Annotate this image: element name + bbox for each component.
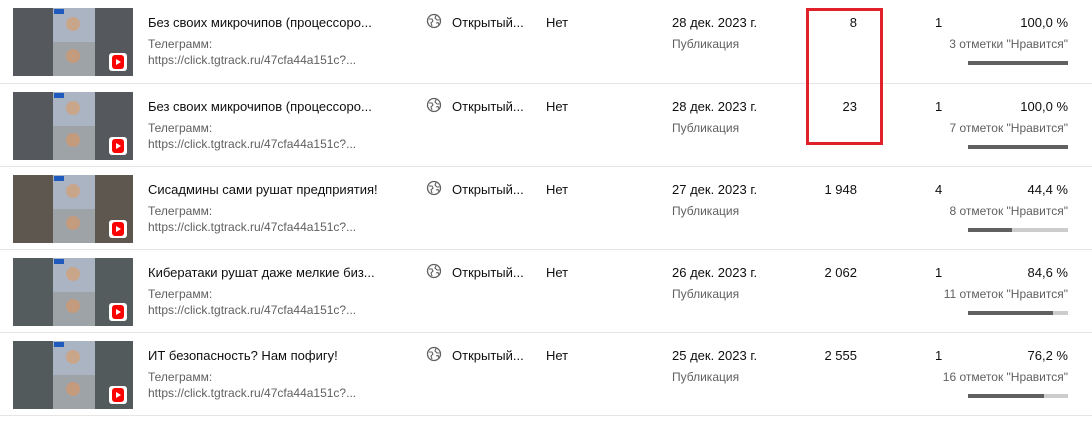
video-title[interactable]: Кибератаки рушат даже мелкие биз... [148, 265, 375, 280]
video-thumbnail[interactable] [13, 175, 133, 243]
video-title[interactable]: ИТ безопасность? Нам пофигу! [148, 348, 338, 363]
video-thumbnail[interactable] [13, 258, 133, 326]
like-ratio-bar [968, 228, 1068, 232]
table-row[interactable]: Сисадмины сами рушат предприятия! Телегр… [0, 167, 1092, 250]
video-description-line2: https://click.tgtrack.ru/47cfa44a151c?..… [148, 53, 357, 67]
video-description-line2: https://click.tgtrack.ru/47cfa44a151c?..… [148, 137, 357, 151]
publish-date: 26 дек. 2023 г. [672, 265, 758, 280]
visibility-status[interactable]: Открытый... [452, 15, 524, 30]
visibility-status[interactable]: Открытый... [452, 182, 524, 197]
globe-icon[interactable] [426, 13, 442, 29]
shorts-icon [109, 386, 127, 404]
video-description-line1: Телеграмм: [148, 121, 213, 135]
comments-count: 1 [935, 265, 943, 280]
like-ratio-bar [968, 394, 1068, 398]
views-count: 2 555 [824, 348, 857, 363]
video-description-line2: https://click.tgtrack.ru/47cfa44a151c?..… [148, 303, 357, 317]
shorts-icon [109, 303, 127, 321]
like-ratio-fill [968, 61, 1068, 65]
like-percent: 76,2 % [1027, 348, 1068, 363]
like-ratio-fill [968, 145, 1068, 149]
date-type: Публикация [672, 370, 740, 384]
like-ratio-fill [968, 228, 1013, 232]
table-row[interactable]: ИТ безопасность? Нам пофигу! Телеграмм: … [0, 333, 1092, 416]
like-ratio-bar [968, 61, 1068, 65]
restrictions-value: Нет [546, 348, 569, 363]
shorts-icon [109, 220, 127, 238]
video-description-line2: https://click.tgtrack.ru/47cfa44a151c?..… [148, 220, 357, 234]
comments-count: 4 [935, 182, 943, 197]
video-description-line2: https://click.tgtrack.ru/47cfa44a151c?..… [148, 386, 357, 400]
video-title[interactable]: Без своих микрочипов (процессоро... [148, 15, 372, 30]
globe-icon[interactable] [426, 180, 442, 196]
visibility-status[interactable]: Открытый... [452, 99, 524, 114]
date-type: Публикация [672, 37, 740, 51]
restrictions-value: Нет [546, 182, 569, 197]
visibility-status[interactable]: Открытый... [452, 348, 524, 363]
likes-count: 7 отметок "Нравится" [949, 121, 1068, 135]
likes-count: 16 отметок "Нравится" [942, 370, 1068, 384]
video-description-line1: Телеграмм: [148, 287, 213, 301]
publish-date: 25 дек. 2023 г. [672, 348, 758, 363]
like-percent: 84,6 % [1027, 265, 1068, 280]
like-percent: 44,4 % [1027, 182, 1068, 197]
date-type: Публикация [672, 204, 740, 218]
like-ratio-bar [968, 145, 1068, 149]
video-title[interactable]: Сисадмины сами рушат предприятия! [148, 182, 378, 197]
comments-count: 1 [935, 99, 943, 114]
views-count: 1 948 [824, 182, 857, 197]
video-description-line1: Телеграмм: [148, 370, 213, 384]
globe-icon[interactable] [426, 263, 442, 279]
video-description-line1: Телеграмм: [148, 204, 213, 218]
table-row[interactable]: Без своих микрочипов (процессоро... Теле… [0, 84, 1092, 167]
video-description-line1: Телеграмм: [148, 37, 213, 51]
comments-count: 1 [935, 15, 943, 30]
publish-date: 27 дек. 2023 г. [672, 182, 758, 197]
visibility-status[interactable]: Открытый... [452, 265, 524, 280]
comments-count: 1 [935, 348, 943, 363]
video-thumbnail[interactable] [13, 8, 133, 76]
publish-date: 28 дек. 2023 г. [672, 15, 758, 30]
likes-count: 11 отметок "Нравится" [943, 287, 1068, 301]
highlight-box [806, 8, 883, 145]
like-percent: 100,0 % [1020, 99, 1068, 114]
like-ratio-fill [968, 311, 1053, 315]
date-type: Публикация [672, 287, 740, 301]
globe-icon[interactable] [426, 346, 442, 362]
likes-count: 3 отметки "Нравится" [949, 37, 1068, 51]
publish-date: 28 дек. 2023 г. [672, 99, 758, 114]
views-count: 2 062 [824, 265, 857, 280]
date-type: Публикация [672, 121, 740, 135]
like-ratio-fill [968, 394, 1045, 398]
shorts-icon [109, 137, 127, 155]
restrictions-value: Нет [546, 265, 569, 280]
globe-icon[interactable] [426, 97, 442, 113]
table-row[interactable]: Без своих микрочипов (процессоро... Теле… [0, 0, 1092, 84]
like-ratio-bar [968, 311, 1068, 315]
restrictions-value: Нет [546, 15, 569, 30]
video-thumbnail[interactable] [13, 92, 133, 160]
table-row[interactable]: Кибератаки рушат даже мелкие биз... Теле… [0, 250, 1092, 333]
likes-count: 8 отметок "Нравится" [949, 204, 1068, 218]
video-table: Без своих микрочипов (процессоро... Теле… [0, 0, 1092, 416]
video-title[interactable]: Без своих микрочипов (процессоро... [148, 99, 372, 114]
video-thumbnail[interactable] [13, 341, 133, 409]
shorts-icon [109, 53, 127, 71]
restrictions-value: Нет [546, 99, 569, 114]
like-percent: 100,0 % [1020, 15, 1068, 30]
